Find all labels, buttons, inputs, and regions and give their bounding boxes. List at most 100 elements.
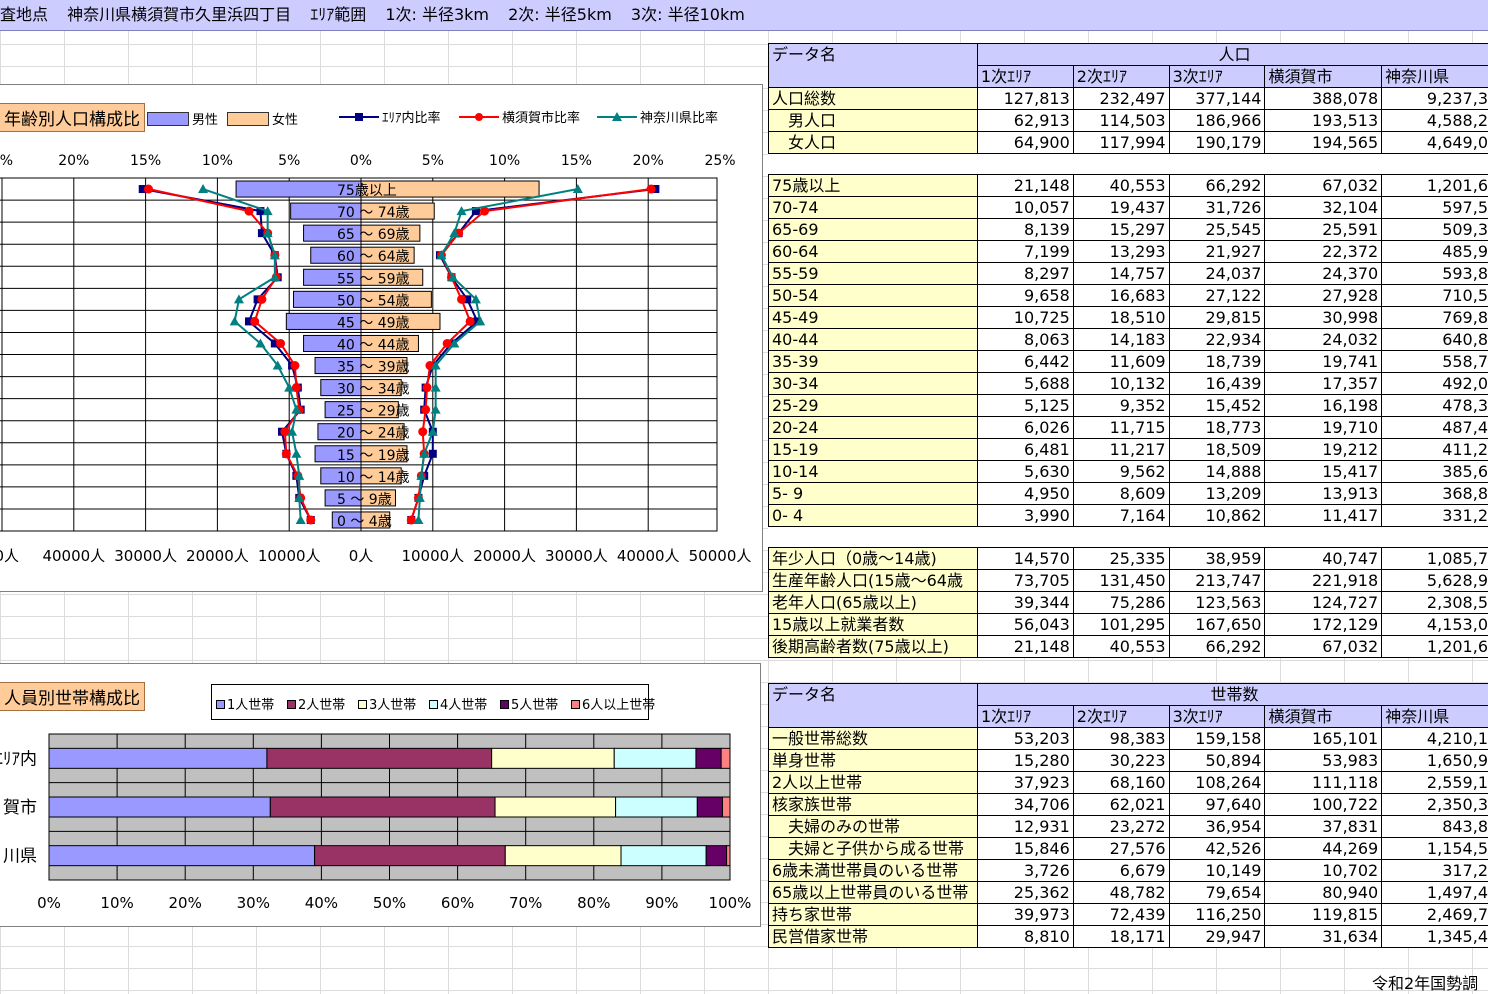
top-tick-label: 5% bbox=[0, 153, 13, 169]
cell-value: 98,383 bbox=[1073, 728, 1169, 750]
age-label: 70 ～ 74歳 bbox=[337, 205, 410, 221]
table-row: 生産年齢人口(15歳～64歳73,705131,450213,747221,91… bbox=[769, 570, 1488, 592]
cell-value: 34,706 bbox=[977, 794, 1073, 816]
radius-3-label: 3次: 半径10km bbox=[631, 5, 745, 24]
cell-value: 7,164 bbox=[1073, 505, 1169, 527]
row-label: 後期高齢者数(75歳以上) bbox=[769, 636, 978, 658]
table-row: 0- 43,9907,16410,86211,417331,2 bbox=[769, 505, 1488, 527]
table-row: 55-598,29714,75724,03724,370593,8 bbox=[769, 263, 1488, 285]
row-label: 単身世帯 bbox=[769, 750, 978, 772]
age-label: 25 ～ 29歳 bbox=[337, 404, 410, 420]
pop-table-dataname-header: データ名 bbox=[769, 44, 978, 88]
row-label: 持ち家世帯 bbox=[769, 904, 978, 926]
cell-value: 2,469,7 bbox=[1382, 904, 1488, 926]
cell-value: 2,308,5 bbox=[1382, 592, 1488, 614]
cell-value: 40,553 bbox=[1073, 636, 1169, 658]
pref-ratio-point bbox=[270, 272, 280, 281]
city-ratio-point bbox=[276, 339, 285, 348]
hh-segment bbox=[697, 797, 722, 817]
male-bar bbox=[311, 247, 361, 263]
area-ratio-point bbox=[282, 450, 290, 458]
pref-ratio-point bbox=[296, 515, 306, 524]
cell-value: 1,085,7 bbox=[1382, 548, 1488, 570]
pref-ratio-point bbox=[428, 427, 438, 436]
pref-ratio-point bbox=[415, 493, 425, 502]
hh-col-header: 横須賀市 bbox=[1265, 706, 1382, 728]
cell-value: 24,370 bbox=[1265, 263, 1382, 285]
cell-value: 123,563 bbox=[1169, 592, 1265, 614]
cell-value: 21,148 bbox=[977, 636, 1073, 658]
table-row: 10-145,6309,56214,88815,417385,6 bbox=[769, 461, 1488, 483]
top-tick-label: 15% bbox=[561, 153, 592, 169]
cell-value: 509,3 bbox=[1382, 219, 1488, 241]
cell-value: 66,292 bbox=[1169, 636, 1265, 658]
cell-value: 6,481 bbox=[977, 439, 1073, 461]
cell-value: 388,078 bbox=[1265, 88, 1382, 110]
row-label: 核家族世帯 bbox=[769, 794, 978, 816]
cell-value: 13,293 bbox=[1073, 241, 1169, 263]
cell-value: 5,125 bbox=[977, 395, 1073, 417]
cell-value: 9,658 bbox=[977, 285, 1073, 307]
cell-value: 10,702 bbox=[1265, 860, 1382, 882]
area-ratio-point bbox=[422, 384, 430, 392]
cell-value: 487,4 bbox=[1382, 417, 1488, 439]
cell-value: 3,726 bbox=[977, 860, 1073, 882]
table-row: 持ち家世帯39,97372,439116,250119,8152,469,7 bbox=[769, 904, 1488, 926]
footer-source: 令和2年国勢調 bbox=[1372, 970, 1478, 994]
age-label: 35 ～ 39歳 bbox=[337, 360, 410, 376]
cell-value: 53,203 bbox=[977, 728, 1073, 750]
pref-ratio-point bbox=[255, 338, 265, 347]
pref-ratio-point bbox=[284, 383, 294, 392]
table-row: 夫婦のみの世帯12,93123,27236,95437,831843,8 bbox=[769, 816, 1488, 838]
area-ratio-point bbox=[473, 317, 481, 325]
table-spacer bbox=[769, 527, 1488, 548]
cell-value: 478,3 bbox=[1382, 395, 1488, 417]
pref-ratio-point bbox=[294, 493, 304, 502]
table-row: 年少人口（0歳～14歳)14,57025,33538,95940,7471,08… bbox=[769, 548, 1488, 570]
cell-value: 18,171 bbox=[1073, 926, 1169, 948]
male-bar bbox=[294, 291, 361, 307]
cell-value: 100,722 bbox=[1265, 794, 1382, 816]
cell-value: 8,297 bbox=[977, 263, 1073, 285]
household-chart-panel[interactable]: 人員別世帯構成比 1人世帯2人世帯3人世帯4人世帯5人世帯6人以上世帯 0%10… bbox=[0, 663, 761, 927]
area-ratio-point bbox=[288, 362, 296, 370]
cell-value: 27,576 bbox=[1073, 838, 1169, 860]
female-bar bbox=[361, 203, 434, 219]
female-bar bbox=[361, 446, 407, 462]
cell-value: 4,950 bbox=[977, 483, 1073, 505]
bottom-tick-label: 30000人 bbox=[114, 547, 177, 565]
cell-value: 73,705 bbox=[977, 570, 1073, 592]
cell-value: 186,966 bbox=[1169, 110, 1265, 132]
hh-tick-label: 80% bbox=[577, 894, 610, 912]
top-tick-label: 5% bbox=[278, 153, 300, 169]
pyramid-chart-panel[interactable]: 年齢別人口構成比 男性 女性 ｴﾘｱ内比率 横須賀市比率 神奈川県比率 5%20… bbox=[0, 84, 763, 592]
city-ratio-point bbox=[293, 471, 302, 480]
male-bar bbox=[321, 380, 361, 396]
table-row: 単身世帯15,28030,22350,89453,9831,650,9 bbox=[769, 750, 1488, 772]
cell-value: 13,209 bbox=[1169, 483, 1265, 505]
area-ratio-point bbox=[429, 450, 437, 458]
row-label: 15歳以上就業者数 bbox=[769, 614, 978, 636]
row-label: 45-49 bbox=[769, 307, 978, 329]
hh-segment bbox=[49, 748, 267, 768]
hh-segment bbox=[505, 846, 621, 866]
hh-segment bbox=[492, 748, 615, 768]
hh-category-label: 賀市 bbox=[3, 798, 37, 818]
city-ratio-point bbox=[244, 207, 253, 216]
cell-value: 25,362 bbox=[977, 882, 1073, 904]
male-bar bbox=[325, 402, 361, 418]
table-row: 女人口64,900117,994190,179194,5654,649,0 bbox=[769, 132, 1488, 154]
cell-value: 19,710 bbox=[1265, 417, 1382, 439]
row-label: 女人口 bbox=[769, 132, 978, 154]
cell-value: 39,973 bbox=[977, 904, 1073, 926]
city-ratio-point bbox=[420, 449, 429, 458]
female-bar bbox=[361, 358, 407, 374]
pref-ratio-point bbox=[449, 338, 459, 347]
cell-value: 769,8 bbox=[1382, 307, 1488, 329]
hh-tick-label: 30% bbox=[237, 894, 270, 912]
pref-ratio-point bbox=[263, 206, 273, 215]
pref-ratio-point bbox=[294, 471, 304, 480]
cell-value: 4,210,1 bbox=[1382, 728, 1488, 750]
female-bar bbox=[361, 269, 423, 285]
male-bar bbox=[236, 181, 361, 197]
